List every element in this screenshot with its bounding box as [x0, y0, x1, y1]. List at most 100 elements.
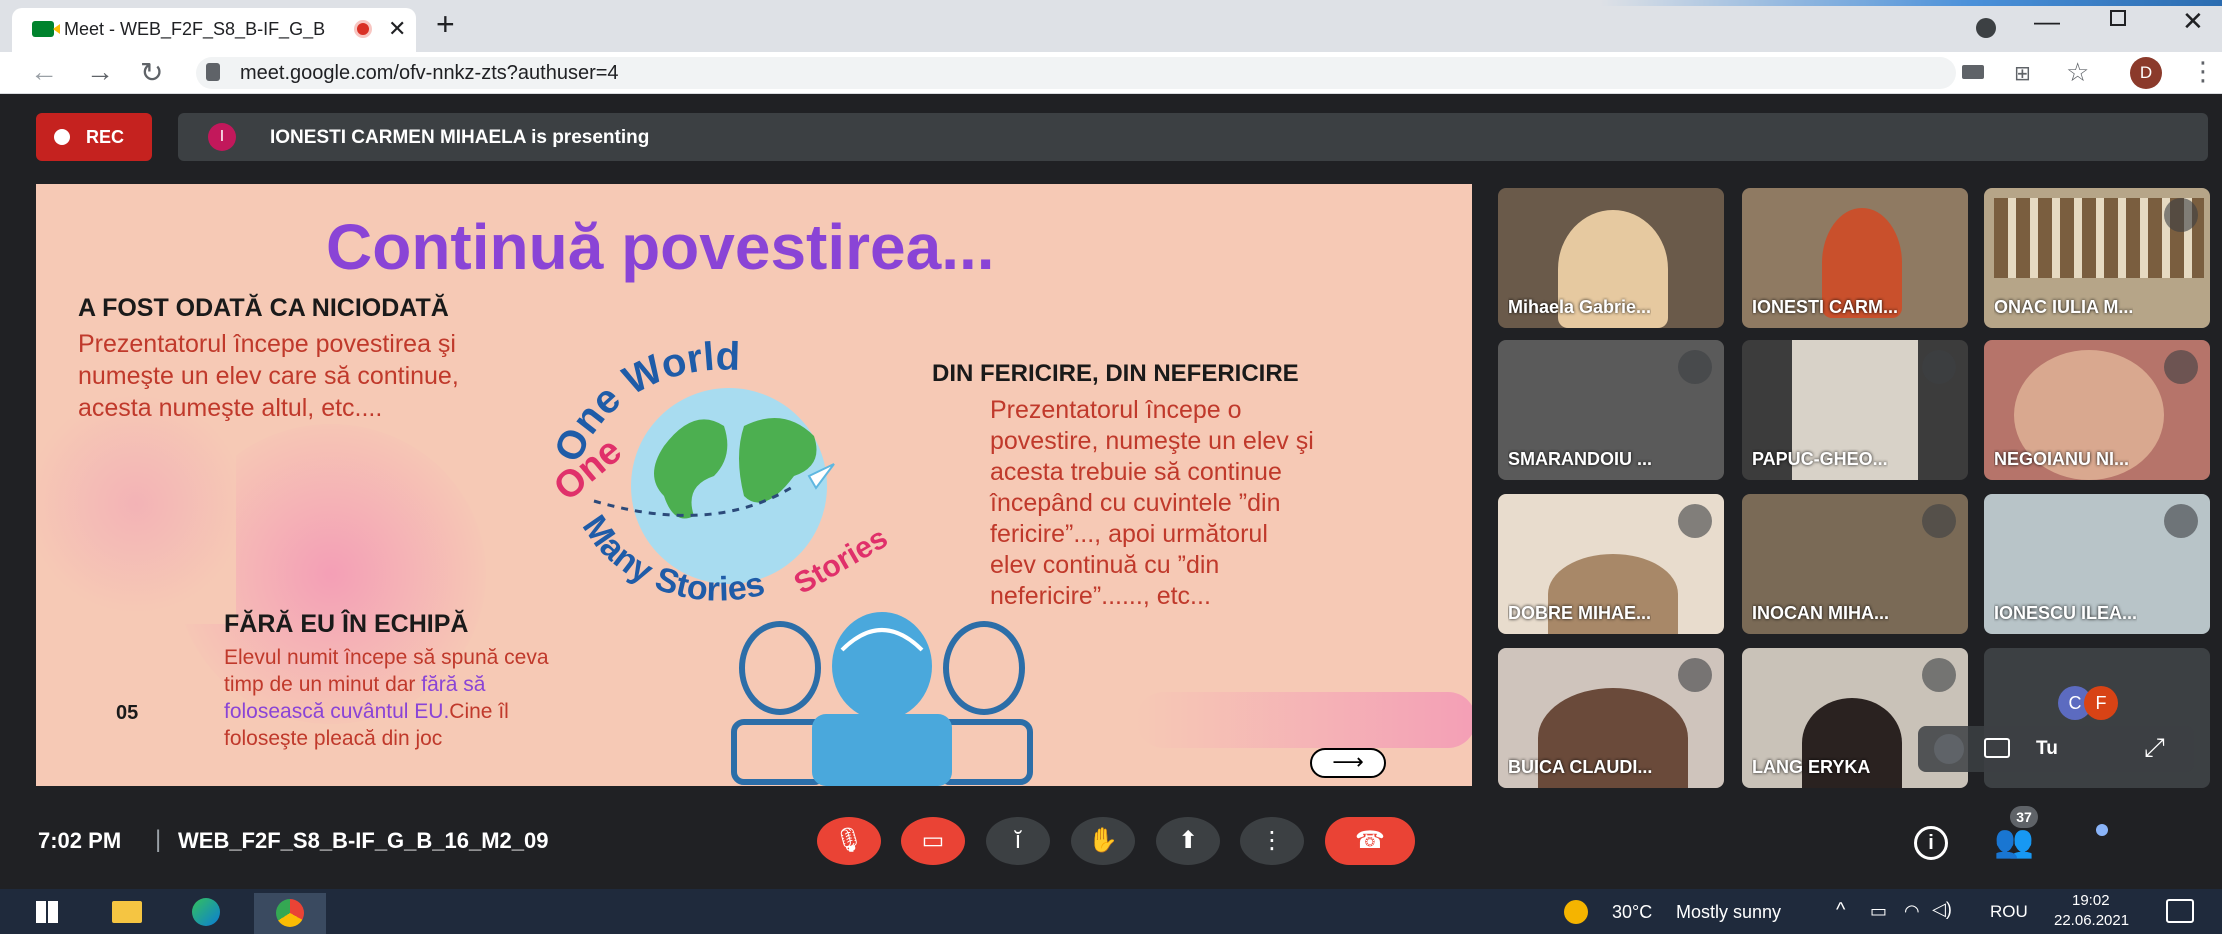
reload-icon[interactable]: ↻ — [140, 56, 163, 89]
mic-off-icon: 🎙 — [833, 827, 865, 854]
minimize-button[interactable]: — — [2034, 6, 2060, 37]
section2-line: fericire”..., apoi următorul — [990, 520, 1268, 548]
self-camera-off-icon[interactable] — [1984, 738, 2010, 758]
section1-line: acesta numeşte altul, etc.... — [78, 394, 383, 422]
participant-name: Mihaela Gabrie... — [1508, 297, 1652, 317]
participant-tile[interactable]: BUICA CLAUDI... — [1498, 648, 1724, 788]
participant-tile[interactable]: NEGOIANU NI... — [1984, 340, 2210, 480]
leave-call-button[interactable]: ☎ — [1325, 817, 1415, 865]
meeting-details-icon[interactable]: i — [1914, 826, 1948, 860]
present-button[interactable]: ⬆ — [1156, 817, 1220, 865]
muted-mic-icon — [1678, 504, 1712, 538]
participant-tile[interactable]: SMARANDOIU ... — [1498, 340, 1724, 480]
section3-line: folosească cuvântul EU.Cine îl — [224, 700, 509, 724]
participant-tile[interactable]: IONESTI CARM... — [1742, 188, 1968, 328]
tab-close-icon[interactable]: ✕ — [388, 16, 406, 42]
meeting-time: 7:02 PM — [38, 828, 122, 853]
slide-title: Continuă povestirea... — [326, 211, 995, 283]
address-bar[interactable]: meet.google.com/ofv-nnkz-zts?authuser=4 … — [196, 57, 2089, 89]
more-options-button[interactable]: ⋮ — [1240, 817, 1304, 865]
profile-avatar[interactable]: D — [2130, 57, 2162, 89]
tray-network-icon[interactable]: ▭ — [1870, 901, 1887, 922]
file-explorer-icon[interactable] — [112, 901, 142, 923]
self-label: Tu — [2036, 738, 2058, 759]
rec-badge[interactable]: REC — [36, 113, 152, 161]
notifications-icon[interactable] — [2166, 899, 2194, 923]
participant-name: NEGOIANU NI... — [1994, 449, 2130, 469]
participant-name: SMARANDOIU ... — [1508, 449, 1652, 469]
participant-name: IONESTI CARM... — [1752, 297, 1899, 317]
participant-name: IONESCU ILEA... — [1994, 603, 2138, 623]
participant-name: PAPUC-GHEO... — [1752, 449, 1888, 469]
lock-icon — [206, 63, 220, 81]
camera-toggle-button[interactable]: ▭ — [901, 817, 965, 865]
start-windows-icon[interactable] — [36, 901, 58, 923]
translate-icon[interactable]: ⊞ — [2014, 61, 2031, 86]
browser-menu-icon[interactable]: ⋮ — [2190, 56, 2216, 87]
tray-chevron-icon[interactable]: ^ — [1836, 899, 1845, 922]
participant-name: LANG ERYKA — [1752, 757, 1871, 777]
tab-search-icon[interactable] — [1976, 18, 1996, 38]
participant-tile[interactable]: ONAC IULIA M... — [1984, 188, 2210, 328]
edge-browser-icon[interactable] — [192, 898, 220, 926]
url-text: meet.google.com/ofv-nnkz-zts?authuser=4 — [240, 62, 619, 84]
chrome-browser-icon[interactable] — [254, 893, 326, 934]
rec-dot-icon — [54, 129, 70, 145]
hand-icon: ✋ — [1088, 827, 1118, 854]
self-mic-off-icon[interactable] — [1934, 734, 1964, 764]
mic-toggle-button[interactable]: 🎙 — [817, 817, 881, 865]
section2-line: acesta trebuie să continue — [990, 458, 1282, 486]
expand-icon[interactable]: ⤢ — [2144, 732, 2165, 764]
participant-tile[interactable]: IONESCU ILEA... — [1984, 494, 2210, 634]
section1-heading: A FOST ODATĂ CA NICIODATĂ — [78, 294, 449, 322]
section2-line: nefericire”......, etc... — [990, 582, 1211, 610]
close-window-button[interactable]: ✕ — [2182, 6, 2204, 37]
participant-name: DOBRE MIHAE... — [1508, 603, 1652, 623]
new-tab-button[interactable]: + — [436, 6, 455, 43]
tray-wifi-icon[interactable]: ◠ — [1904, 901, 1920, 922]
next-slide-button[interactable]: ⟶ — [1310, 748, 1386, 778]
clock-time[interactable]: 19:02 — [2072, 892, 2110, 909]
camera-in-use-icon[interactable] — [1962, 65, 1984, 79]
raise-hand-button[interactable]: ✋ — [1071, 817, 1135, 865]
camera-off-icon: ▭ — [921, 827, 945, 854]
muted-mic-icon — [2164, 198, 2198, 232]
forward-icon[interactable]: → — [86, 56, 114, 88]
weather-sun-icon — [1564, 900, 1588, 924]
weather-temp[interactable]: 30°C — [1612, 902, 1652, 923]
presenting-text: IONESTI CARMEN MIHAELA is presenting — [270, 127, 650, 148]
participant-tile[interactable]: INOCAN MIHA... — [1742, 494, 1968, 634]
maximize-button[interactable] — [2110, 10, 2126, 26]
section3-highlight: folosească cuvântul EU. — [224, 700, 450, 723]
keyboard-language[interactable]: ROU — [1990, 902, 2028, 922]
participant-tile[interactable]: DOBRE MIHAE... — [1498, 494, 1724, 634]
section3-heading: FĂRĂ EU ÎN ECHIPĂ — [224, 610, 469, 638]
back-icon[interactable]: ← — [30, 56, 58, 88]
section3-line: foloseşte pleacă din joc — [224, 727, 443, 750]
muted-mic-icon — [2164, 350, 2198, 384]
muted-mic-icon — [1922, 658, 1956, 692]
section3-highlight: fără să — [421, 673, 486, 696]
decorative-stripe — [1600, 0, 2222, 6]
section3-line: Elevul numit începe să spună ceva — [224, 646, 549, 669]
slide-page-number: 05 — [116, 702, 139, 724]
muted-mic-icon — [1678, 350, 1712, 384]
section2-line: începând cu cuvintele ”din — [990, 489, 1281, 517]
participant-count-badge: 37 — [2010, 806, 2038, 828]
captions-button[interactable]: ĭ — [986, 817, 1050, 865]
weather-text[interactable]: Mostly sunny — [1676, 902, 1781, 923]
browser-tab[interactable]: Meet - WEB_F2F_S8_B-IF_G_B ✕ — [12, 8, 416, 52]
section1-line: numeşte un elev care să continue, — [78, 362, 459, 390]
recording-indicator-icon — [354, 20, 372, 38]
presenter-avatar: I — [208, 123, 236, 151]
bookmark-star-icon[interactable]: ☆ — [2066, 57, 2089, 88]
section2-line: Prezentatorul începe o — [990, 396, 1242, 424]
clock-date[interactable]: 22.06.2021 — [2054, 912, 2129, 929]
more-vert-icon: ⋮ — [1260, 827, 1284, 854]
participant-tile[interactable]: Mihaela Gabrie... — [1498, 188, 1724, 328]
section3-line: timp de un minut dar fără să — [224, 673, 485, 697]
activities-dot-icon[interactable] — [2096, 824, 2108, 836]
participant-tile[interactable]: PAPUC-GHEO... — [1742, 340, 1968, 480]
tray-volume-icon[interactable]: ◁) — [1932, 899, 1952, 920]
one-world-logo: One World Many Stories One Stories — [546, 336, 893, 609]
